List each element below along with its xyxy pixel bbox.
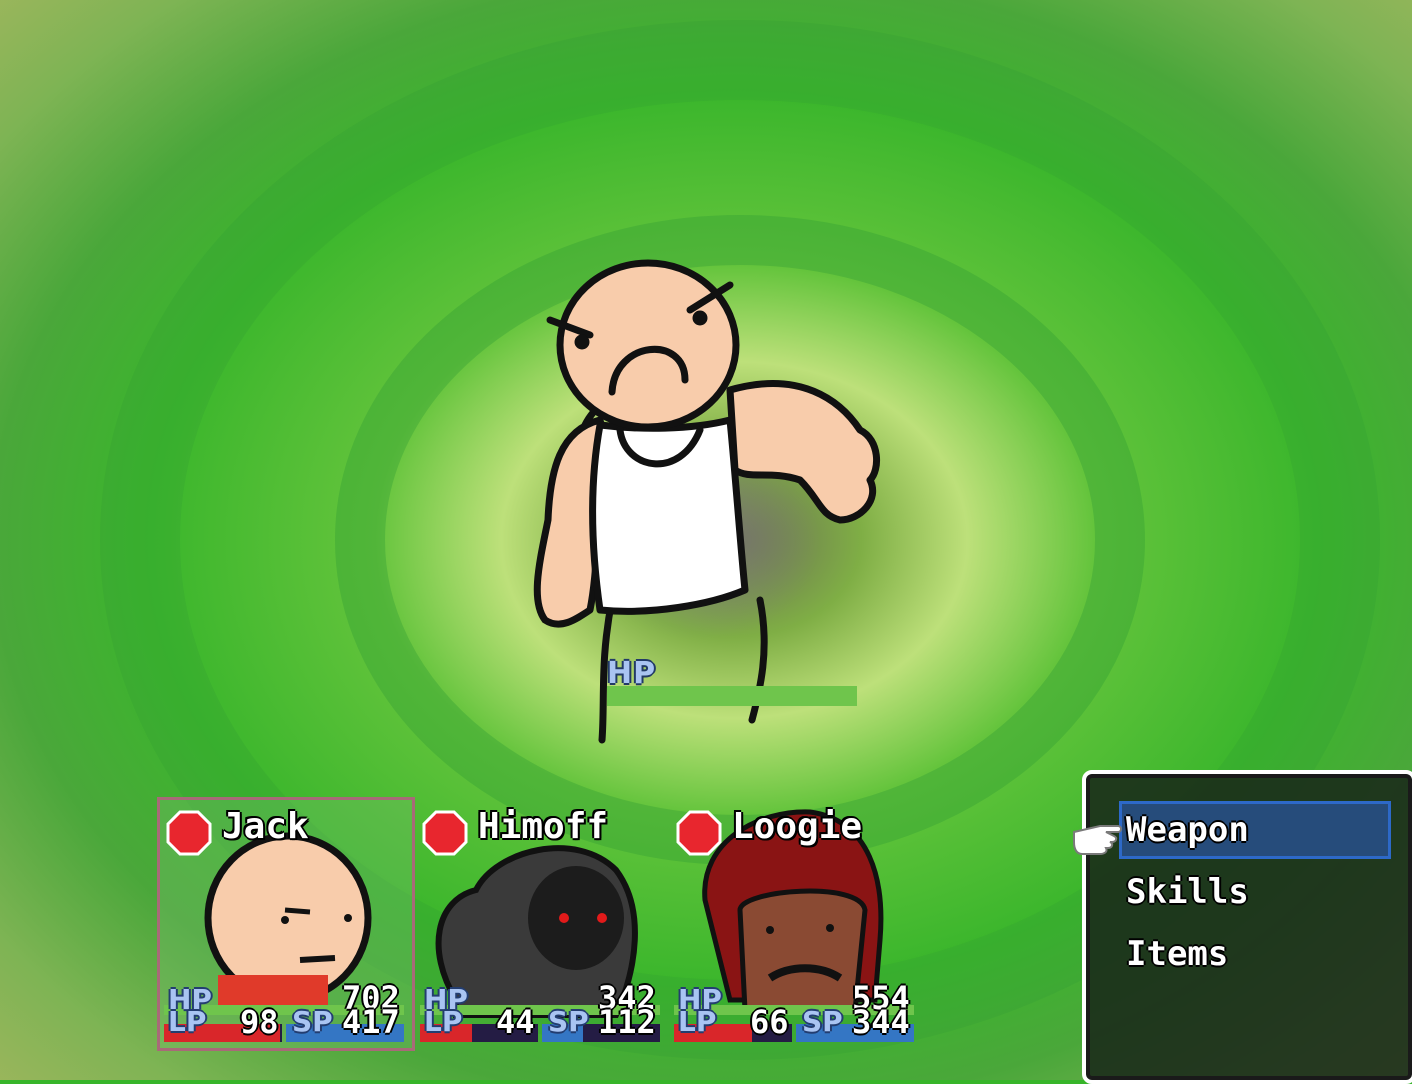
party-member-jack[interactable]: Jack HP 702 LP 98 SP 417 bbox=[157, 797, 415, 1051]
sp-value: 417 bbox=[342, 1003, 400, 1041]
lp-label: LP bbox=[424, 1005, 463, 1038]
sp-label: SP bbox=[802, 1005, 843, 1038]
lp-value: 98 bbox=[240, 1003, 279, 1041]
enemy-hp-fill bbox=[607, 686, 857, 706]
lp-value: 66 bbox=[750, 1003, 789, 1041]
command-weapon[interactable]: Weapon bbox=[1119, 801, 1391, 859]
member-name: Himoff bbox=[478, 806, 609, 847]
command-skills[interactable]: Skills bbox=[1122, 866, 1388, 918]
command-window: Weapon Skills Items bbox=[1082, 770, 1412, 1084]
state-icon bbox=[166, 810, 212, 856]
sp-value: 344 bbox=[852, 1003, 910, 1041]
sp-label: SP bbox=[292, 1005, 333, 1038]
lp-label: LP bbox=[168, 1005, 207, 1038]
state-icon bbox=[676, 810, 722, 856]
member-name: Jack bbox=[222, 806, 309, 847]
lp-value: 44 bbox=[496, 1003, 535, 1041]
state-icon bbox=[422, 810, 468, 856]
pointer-hand-icon bbox=[1073, 825, 1122, 855]
member-name: Loogie bbox=[732, 806, 863, 847]
party-member-himoff[interactable]: Himoff HP 342 LP 44 SP 112 bbox=[416, 800, 668, 1048]
enemy-hp-bar bbox=[607, 686, 857, 706]
command-items[interactable]: Items bbox=[1122, 928, 1388, 980]
sp-value: 112 bbox=[598, 1003, 656, 1041]
lp-label: LP bbox=[678, 1005, 717, 1038]
party-member-loogie[interactable]: Loogie HP 554 LP 66 SP 344 bbox=[670, 800, 922, 1048]
sp-label: SP bbox=[548, 1005, 589, 1038]
